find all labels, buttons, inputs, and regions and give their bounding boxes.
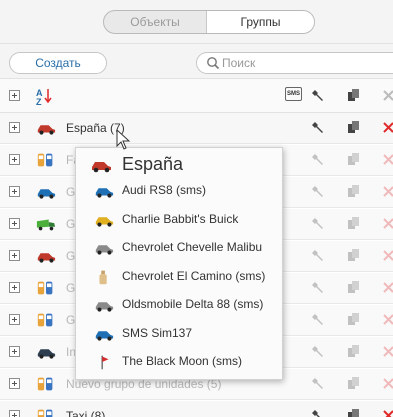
copy-icon[interactable] <box>347 89 361 103</box>
delete-icon[interactable] <box>382 249 393 263</box>
delete-icon[interactable] <box>382 89 393 103</box>
mouse-cursor-icon <box>116 129 131 150</box>
people-icon <box>37 409 53 417</box>
popup-unit-item[interactable]: Chevrolet Chevelle Malibu <box>76 235 282 261</box>
sort-az-icon[interactable]: A Z <box>36 87 54 105</box>
copy-icon[interactable] <box>347 313 361 327</box>
popup-unit-item[interactable]: Chevrolet El Camino (sms) <box>76 264 282 290</box>
wrench-icon[interactable] <box>312 89 326 103</box>
tab-objects[interactable]: Объекты <box>104 11 207 33</box>
unit-label: Chevrolet Chevelle Malibu <box>122 240 263 254</box>
popup-unit-item[interactable]: The Black Moon (sms) <box>76 349 282 375</box>
popup-unit-item[interactable]: SMS Sim137 <box>76 321 282 347</box>
copy-icon[interactable] <box>347 185 361 199</box>
bottle-icon <box>99 270 107 284</box>
copy-icon[interactable] <box>347 409 361 417</box>
group-row[interactable]: España (7) <box>0 113 393 144</box>
wrench-icon[interactable] <box>312 313 326 327</box>
expand-icon[interactable] <box>9 218 20 229</box>
blue-car-icon <box>95 330 114 341</box>
red-car-icon <box>37 125 56 135</box>
group-units-popup: España Audi RS8 (sms) Charlie Babbit's Bu… <box>75 147 283 380</box>
wrench-icon[interactable] <box>312 185 326 199</box>
expand-all-icon[interactable] <box>9 90 20 101</box>
list-header: A Z SMS <box>0 79 393 113</box>
expand-icon[interactable] <box>9 154 20 165</box>
people-icon <box>37 377 53 391</box>
action-bar: Создать <box>0 44 393 79</box>
yellow-car-icon <box>95 216 114 227</box>
create-button[interactable]: Создать <box>9 52 107 74</box>
search-box[interactable] <box>196 52 393 74</box>
top-bar: Объекты Группы <box>0 0 393 44</box>
expand-icon[interactable] <box>9 410 20 417</box>
popup-unit-item[interactable]: Oldsmobile Delta 88 (sms) <box>76 292 282 318</box>
copy-icon[interactable] <box>347 121 361 135</box>
svg-text:Z: Z <box>36 97 42 105</box>
green-truck-icon <box>36 219 56 231</box>
expand-icon[interactable] <box>9 250 20 261</box>
copy-icon[interactable] <box>347 377 361 391</box>
blue-car-icon <box>37 189 56 199</box>
expand-icon[interactable] <box>9 282 20 293</box>
unit-label: SMS Sim137 <box>122 325 193 340</box>
popup-unit-item[interactable]: Audi RS8 (sms) <box>76 178 282 204</box>
delete-icon[interactable] <box>382 121 393 135</box>
delete-icon[interactable] <box>382 377 393 391</box>
red-car-icon <box>92 162 111 173</box>
unit-label: The Black Moon (sms) <box>122 354 243 368</box>
wrench-icon[interactable] <box>312 281 326 295</box>
wrench-icon[interactable] <box>312 121 326 135</box>
group-row[interactable]: Taxi (8) <box>0 401 393 417</box>
wrench-icon[interactable] <box>312 345 326 359</box>
people-icon <box>37 313 53 327</box>
people-icon <box>37 281 53 295</box>
unit-label: Oldsmobile Delta 88 (sms) <box>122 297 264 311</box>
copy-icon[interactable] <box>347 345 361 359</box>
expand-icon[interactable] <box>9 346 20 357</box>
search-icon <box>207 57 220 70</box>
copy-icon[interactable] <box>347 249 361 263</box>
tab-groups[interactable]: Группы <box>207 11 314 33</box>
group-label: G <box>66 185 76 199</box>
delete-icon[interactable] <box>382 313 393 327</box>
expand-icon[interactable] <box>9 314 20 325</box>
copy-icon[interactable] <box>347 217 361 231</box>
sms-icon[interactable]: SMS <box>285 87 302 101</box>
group-label: Taxi (8) <box>66 409 106 417</box>
wrench-icon[interactable] <box>312 217 326 231</box>
expand-icon[interactable] <box>9 186 20 197</box>
grey-car-icon <box>95 245 114 255</box>
copy-icon[interactable] <box>347 281 361 295</box>
wrench-icon[interactable] <box>312 409 326 417</box>
unit-label: Charlie Babbit's Buick <box>122 211 239 226</box>
unit-label: Audi RS8 (sms) <box>122 183 207 197</box>
red-car-icon <box>37 253 56 263</box>
red-flag-icon <box>101 355 109 370</box>
people-icon <box>37 153 53 167</box>
delete-icon[interactable] <box>382 281 393 295</box>
tab-switcher: Объекты Группы <box>103 10 315 34</box>
wrench-icon[interactable] <box>312 153 326 167</box>
search-input[interactable] <box>222 55 382 71</box>
expand-icon[interactable] <box>9 378 20 389</box>
car-icon <box>37 349 56 359</box>
unit-label: Chevrolet El Camino (sms) <box>122 268 266 283</box>
popup-title: España <box>122 154 184 174</box>
delete-icon[interactable] <box>382 409 393 417</box>
delete-icon[interactable] <box>382 345 393 359</box>
popup-unit-item[interactable]: Charlie Babbit's Buick <box>76 207 282 233</box>
wrench-icon[interactable] <box>312 377 326 391</box>
grey-car-icon <box>95 302 114 312</box>
expand-icon[interactable] <box>9 122 20 133</box>
wrench-icon[interactable] <box>312 249 326 263</box>
delete-icon[interactable] <box>382 217 393 231</box>
delete-icon[interactable] <box>382 153 393 167</box>
blue-car-icon <box>95 188 114 198</box>
delete-icon[interactable] <box>382 185 393 199</box>
copy-icon[interactable] <box>347 153 361 167</box>
